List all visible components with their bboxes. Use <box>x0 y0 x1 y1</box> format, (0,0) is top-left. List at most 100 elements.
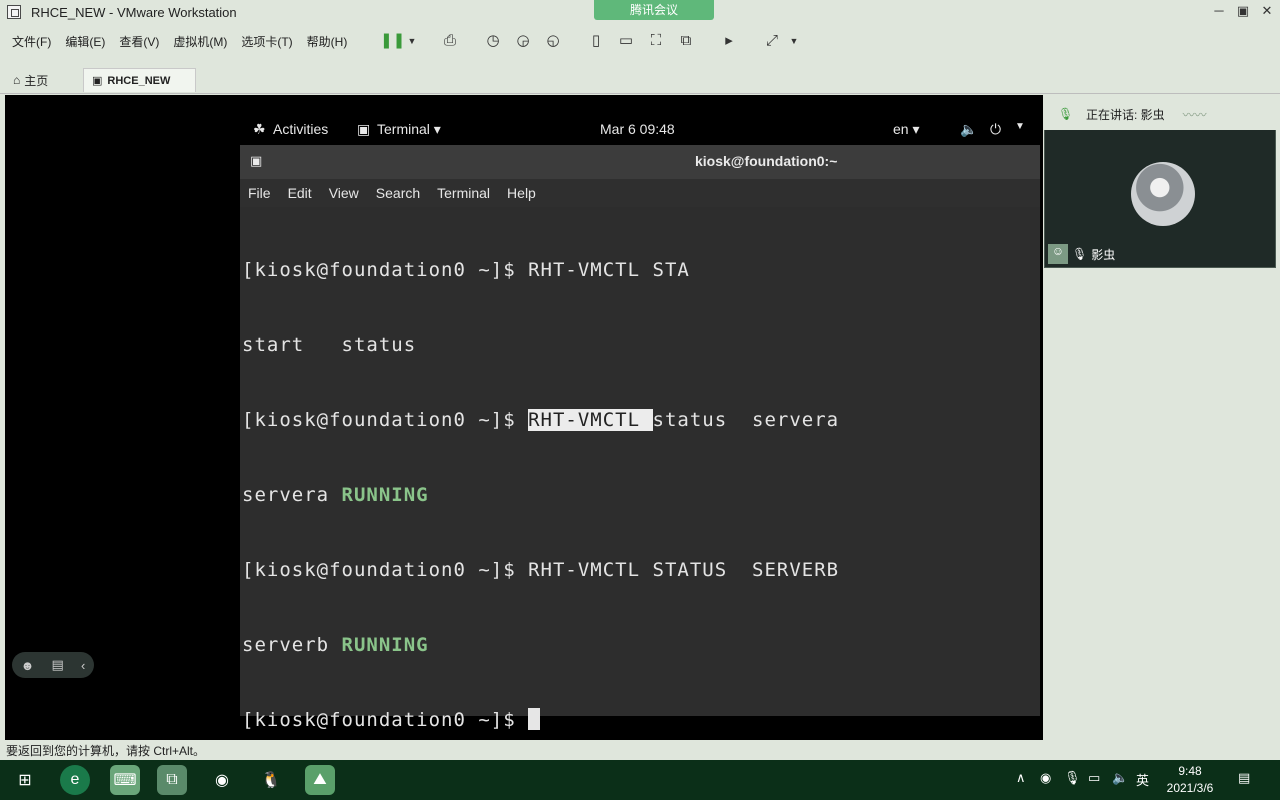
window-title: RHCE_NEW - VMware Workstation <box>31 4 237 20</box>
obs-icon[interactable]: ◉ <box>207 765 237 795</box>
tab-bar: ⌂ 主页 ▣ RHCE_NEW <box>0 66 1280 94</box>
vm-icon: ▣ <box>92 75 103 87</box>
collapse-icon[interactable]: ‹ <box>81 658 85 673</box>
sidebar-toggle-icon[interactable]: ▯ <box>586 31 606 51</box>
command: RHT-VMCTL STA <box>528 259 690 281</box>
output-text: start status <box>242 334 417 356</box>
thumbnail-icon[interactable]: ▭ <box>616 31 636 51</box>
tray-app-icon[interactable]: ◉ <box>1040 770 1051 786</box>
gnome-topbar: ☘ Activities ▣ Terminal ▾ Mar 6 09:48 en… <box>5 95 1043 143</box>
tray-volume-icon[interactable]: 🔈 <box>1112 770 1128 786</box>
user-icon: ☺ <box>1048 244 1068 264</box>
avatar[interactable] <box>1131 162 1195 226</box>
stretch-icon[interactable]: ⤢ <box>762 31 782 51</box>
pause-icon[interactable]: ❚❚ <box>380 31 405 51</box>
participant-row: ☺ 🎙 影虫 <box>1044 242 1276 266</box>
gnome-foot-icon: ☘ <box>253 121 266 137</box>
terminal-line: start status <box>242 333 1038 358</box>
output-text: servera <box>242 484 342 506</box>
status-running: RUNNING <box>341 484 429 506</box>
tab-home-label: 主页 <box>24 73 49 88</box>
menu-tabs[interactable]: 选项卡(T) <box>241 33 292 50</box>
status-bar: 要返回到您的计算机，请按 Ctrl+Alt。 <box>6 744 206 758</box>
menu-edit[interactable]: 编辑(E) <box>65 33 105 50</box>
vmware-taskbar-icon[interactable]: ⧉ <box>157 765 187 795</box>
qq-icon[interactable]: 🐧 <box>256 765 286 795</box>
keyboard-app-icon[interactable]: ⌨ <box>110 765 140 795</box>
terminal-menu-search[interactable]: Search <box>376 185 420 201</box>
menu-view[interactable]: 查看(V) <box>119 33 159 50</box>
audio-wave-icon: 〰〰 <box>1182 107 1207 122</box>
menubar: 文件(F) 编辑(E) 查看(V) 虚拟机(M) 选项卡(T) 帮助(H) <box>0 26 1280 56</box>
language-selector[interactable]: en ▾ <box>893 121 920 138</box>
terminal-menu-help[interactable]: Help <box>507 185 536 201</box>
tray-mic-icon[interactable]: 🎙 <box>1064 770 1081 786</box>
participant-name: 影虫 <box>1091 247 1116 262</box>
terminal-menu-edit[interactable]: Edit <box>288 185 312 201</box>
windows-start-icon[interactable]: ⊞ <box>10 765 40 795</box>
meeting-tag[interactable]: 腾讯会议 <box>594 0 714 20</box>
volume-icon[interactable]: 🔈 <box>960 121 977 138</box>
unity-icon[interactable]: ⧉ <box>676 31 696 51</box>
terminal-app-menu[interactable]: Terminal ▾ <box>377 121 441 138</box>
selected-text: RHT-VMCTL <box>528 409 653 431</box>
activities-button[interactable]: Activities <box>273 121 328 137</box>
ime-indicator[interactable]: 英 <box>1136 770 1149 789</box>
terminal-line: [kiosk@foundation0 ~]$ RHT-VMCTL status … <box>242 408 1038 433</box>
vmware-icon <box>7 5 21 19</box>
prompt: [kiosk@foundation0 ~]$ <box>242 259 529 281</box>
terminal-menu-view[interactable]: View <box>329 185 359 201</box>
text-cursor <box>528 708 541 730</box>
menu-help[interactable]: 帮助(H) <box>307 33 348 50</box>
snapshot-revert-icon[interactable]: ◶ <box>513 31 533 51</box>
speaking-label: 正在讲话: 影虫 <box>1086 107 1165 122</box>
command: status servera <box>652 409 840 431</box>
terminal-icon: ▣ <box>250 153 263 168</box>
clock-date: 2021/3/6 <box>1166 781 1214 795</box>
terminal-header: ▣ kiosk@foundation0:~ <box>240 145 1040 179</box>
snapshot-manager-icon[interactable]: ◵ <box>543 31 563 51</box>
terminal-menu-file[interactable]: File <box>248 185 271 201</box>
tab-home[interactable]: ⌂ 主页 <box>5 68 56 92</box>
terminal-output[interactable]: [kiosk@foundation0 ~]$ RHT-VMCTL STA sta… <box>242 208 1038 758</box>
emoji-icon[interactable]: ☻ <box>21 658 35 673</box>
mic-icon: 🎙 <box>1072 247 1088 261</box>
terminal-line: [kiosk@foundation0 ~]$ <box>242 708 1038 733</box>
output-text: serverb <box>242 634 342 656</box>
tray-network-icon[interactable]: ▭ <box>1088 770 1100 786</box>
terminal-title: kiosk@foundation0:~ <box>695 153 838 169</box>
send-keys-icon[interactable]: ⎙ <box>440 31 460 51</box>
console-icon[interactable]: ▸ <box>719 31 739 51</box>
snapshot-icon[interactable]: ◷ <box>483 31 503 51</box>
menu-file[interactable]: 文件(F) <box>12 33 51 50</box>
notification-icon[interactable]: ▤ <box>1238 770 1250 786</box>
mic-icon: 🎙 <box>1058 107 1074 121</box>
fullscreen-icon[interactable]: ⛶ <box>646 31 666 51</box>
chevron-down-icon[interactable]: ▼ <box>402 31 422 51</box>
speaker-row: 🎙 正在讲话: 影虫 〰〰 <box>1044 98 1276 130</box>
menu-vm[interactable]: 虚拟机(M) <box>173 33 227 50</box>
tab-rhce-new-label: RHCE_NEW <box>107 74 171 87</box>
prompt: [kiosk@foundation0 ~]$ <box>242 559 529 581</box>
chevron-down-icon[interactable]: ▼ <box>784 31 804 51</box>
terminal-app-icon: ▣ <box>357 121 371 137</box>
power-icon[interactable]: ⏻ <box>990 121 1001 138</box>
terminal-line: [kiosk@foundation0 ~]$ RHT-VMCTL STATUS … <box>242 558 1038 583</box>
chat-icon[interactable]: ▤ <box>52 657 64 673</box>
terminal-menu-terminal[interactable]: Terminal <box>437 185 490 201</box>
chevron-down-icon[interactable]: ▼ <box>1015 121 1025 132</box>
clock-time: 9:48 <box>1178 764 1202 778</box>
prompt: [kiosk@foundation0 ~]$ <box>242 709 529 731</box>
meeting-taskbar-icon[interactable]: ⛰ <box>305 765 335 795</box>
tab-rhce-new[interactable]: ▣ RHCE_NEW <box>83 68 196 92</box>
gnome-clock[interactable]: Mar 6 09:48 <box>600 121 675 137</box>
prompt: [kiosk@foundation0 ~]$ <box>242 409 529 431</box>
tray-chevron-icon[interactable]: ∧ <box>1016 770 1026 786</box>
command: RHT-VMCTL STATUS SERVERB <box>528 559 840 581</box>
close-button[interactable]: ✕ <box>1253 2 1280 20</box>
edge-icon[interactable]: e <box>60 765 90 795</box>
terminal-menubar: File Edit View Search Terminal Help <box>240 179 1040 207</box>
terminal-line: servera RUNNING <box>242 483 1038 508</box>
terminal-line: serverb RUNNING <box>242 633 1038 658</box>
taskbar-clock[interactable]: 9:48 2021/3/6 <box>1160 763 1220 797</box>
